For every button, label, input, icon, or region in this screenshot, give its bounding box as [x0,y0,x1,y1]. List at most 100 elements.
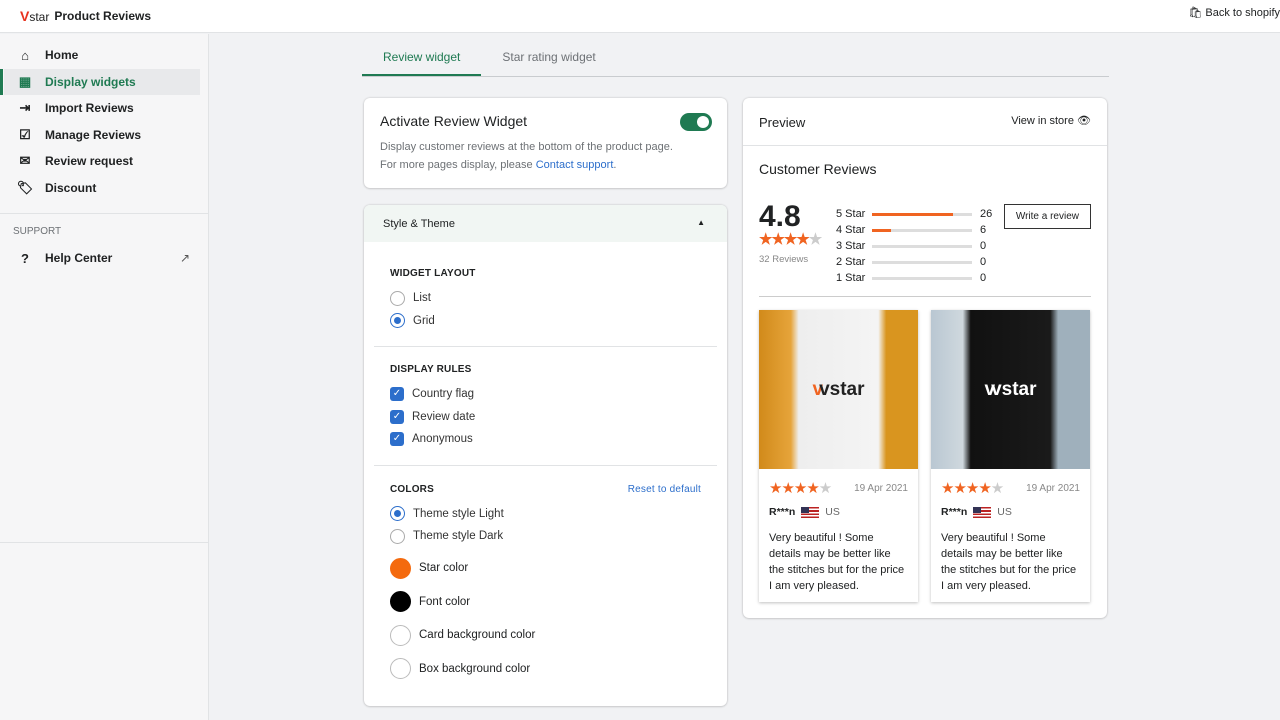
country-flag-checkbox[interactable]: ✓ Country flag [390,383,701,406]
bar-label: 2 Star [836,256,866,268]
reset-default-link[interactable]: Reset to default [628,484,701,495]
sidebar: ⌂ Home ▦ Display widgets ⇥ Import Reviews ☑… [0,34,209,720]
sidebar-item-home[interactable]: ⌂ Home [0,42,200,69]
review-date: 19 Apr 2021 [1026,483,1080,494]
bar-fill [872,212,953,216]
activate-toggle[interactable] [680,113,712,131]
layout-list-radio[interactable]: List [390,287,701,310]
opt-label: Country flag [412,388,475,401]
bar-track [872,244,972,248]
product-photo-black-tshirt: v vstar [931,310,1090,469]
bar-count: 6 [980,224,987,236]
colors-section: COLORS Reset to default Theme style Light… [364,484,727,686]
country: US [997,506,1012,518]
sidebar-item-help-center[interactable]: ? Help Center ↗ [0,245,200,272]
shirt-brand: vstar [819,378,865,400]
card-bg-color-picker[interactable]: Card background color [390,619,701,653]
widgets-icon: ▦ [18,73,32,89]
preview-header: Preview View in store 👁 [743,98,1107,146]
divider [0,213,208,214]
sidebar-item-display-widgets[interactable]: ▦ Display widgets [0,68,200,95]
country: US [825,506,840,518]
activate-widget-card: Activate Review Widget Display customer … [364,98,727,188]
bar-track [872,260,972,264]
rules-section: DISPLAY RULES ✓ Country flag ✓ Review date… [364,364,727,451]
review-text: Very beautiful ! Some details may be bet… [941,532,1077,592]
reviewer-name: R***n [769,506,796,518]
import-icon: ⇥ [19,100,31,116]
bar-label: 1 Star [836,272,866,284]
back-to-shopify-link[interactable]: 🛍 Back to shopify [1188,6,1280,19]
review-card: v vstar ★★★★★ 19 Apr 2021 R***n US Very bea… [759,310,918,602]
sidebar-item-manage-reviews[interactable]: ☑ Manage Reviews [0,122,200,149]
swatch [390,624,411,646]
support-label: SUPPORT [13,226,62,237]
box-bg-color-picker[interactable]: Box background color [390,652,701,686]
color-label: Box background color [419,662,531,675]
rating-bar-row: 3 Star 0 [836,238,992,254]
review-date-checkbox[interactable]: ✓ Review date [390,406,701,429]
bar-track [872,228,972,232]
review-text: Very beautiful ! Some details may be bet… [769,532,905,592]
bar-count: 26 [980,208,993,220]
bar-label: 3 Star [836,240,866,252]
nav-label: Help Center [45,251,113,266]
view-label: View in store [1011,115,1074,127]
view-in-store-link[interactable]: View in store 👁 [1011,114,1091,127]
desc2-text: For more pages display, please [380,159,536,171]
font-color-picker[interactable]: Font color [390,585,701,619]
vstar-logo: Vstar [20,8,50,24]
activate-desc: Display customer reviews at the bottom o… [380,141,673,153]
bar-count: 0 [980,272,987,284]
review-card: v vstar ★★★★★ 19 Apr 2021 R***n US Very bea… [931,310,1090,602]
star-color-picker[interactable]: Star color [390,552,701,586]
sidebar-item-review-request[interactable]: ✉ Review request [0,148,200,175]
bar-count: 0 [980,240,987,252]
customer-reviews-heading: Customer Reviews [759,161,877,177]
preview-title: Preview [759,115,806,130]
theme-dark-radio[interactable]: Theme style Dark [390,525,701,548]
layout-label: WIDGET LAYOUT [390,268,476,279]
swatch [390,557,411,579]
manage-icon: ☑ [19,126,31,142]
bar-track [872,212,972,216]
tab-star-rating-widget[interactable]: Star rating widget [481,34,616,76]
activate-desc2: For more pages display, please Contact s… [380,159,617,171]
layout-grid-radio[interactable]: Grid [390,310,701,333]
sidebar-item-discount[interactable]: 🏷 Discount [0,175,200,202]
theme-light-radio[interactable]: Theme style Light [390,503,701,526]
opt-label: List [413,292,431,305]
write-review-button[interactable]: Write a review [1003,204,1091,229]
rating-breakdown: 5 Star 26 4 Star 6 3 Star 0 2 Star 0 1 Star 0 [836,206,992,286]
sidebar-item-import-reviews[interactable]: ⇥ Import Reviews [0,95,200,122]
tab-review-widget[interactable]: Review widget [362,34,482,76]
colors-label: COLORS [390,483,434,495]
back-label: Back to shopify [1205,7,1280,19]
product-photo-white-tshirt: v vstar [759,310,918,469]
nav-label: Manage Reviews [45,127,142,142]
card-stars: ★★★★★ [769,480,832,497]
rating-summary: 4.8 ★★★★★ 32 Reviews [759,200,822,265]
us-flag-icon [973,506,992,518]
rating-stars: ★★★★★ [759,231,822,248]
caret-up-icon: ▲ [697,218,705,227]
review-count: 32 Reviews [759,254,809,265]
main: Review widget Star rating widget [362,34,1109,77]
opt-label: Theme style Dark [413,530,504,543]
anonymous-checkbox[interactable]: ✓ Anonymous [390,428,701,451]
preview-card: Preview View in store 👁 Customer Reviews … [743,98,1107,618]
rating-bar-row: 2 Star 0 [836,254,992,270]
divider [374,346,717,347]
home-icon: ⌂ [21,47,29,63]
color-label: Font color [419,595,471,608]
rating-bar-row: 5 Star 26 [836,206,992,222]
help-icon: ? [21,250,29,266]
bar-count: 0 [980,256,987,268]
swatch [390,658,411,680]
contact-support-link[interactable]: Contact support [536,159,614,171]
bar-track [872,276,972,280]
us-flag-icon [801,506,820,518]
style-theme-header[interactable]: Style & Theme ▲ [364,205,727,242]
style-title: Style & Theme [383,218,455,230]
color-label: Card background color [419,629,536,642]
